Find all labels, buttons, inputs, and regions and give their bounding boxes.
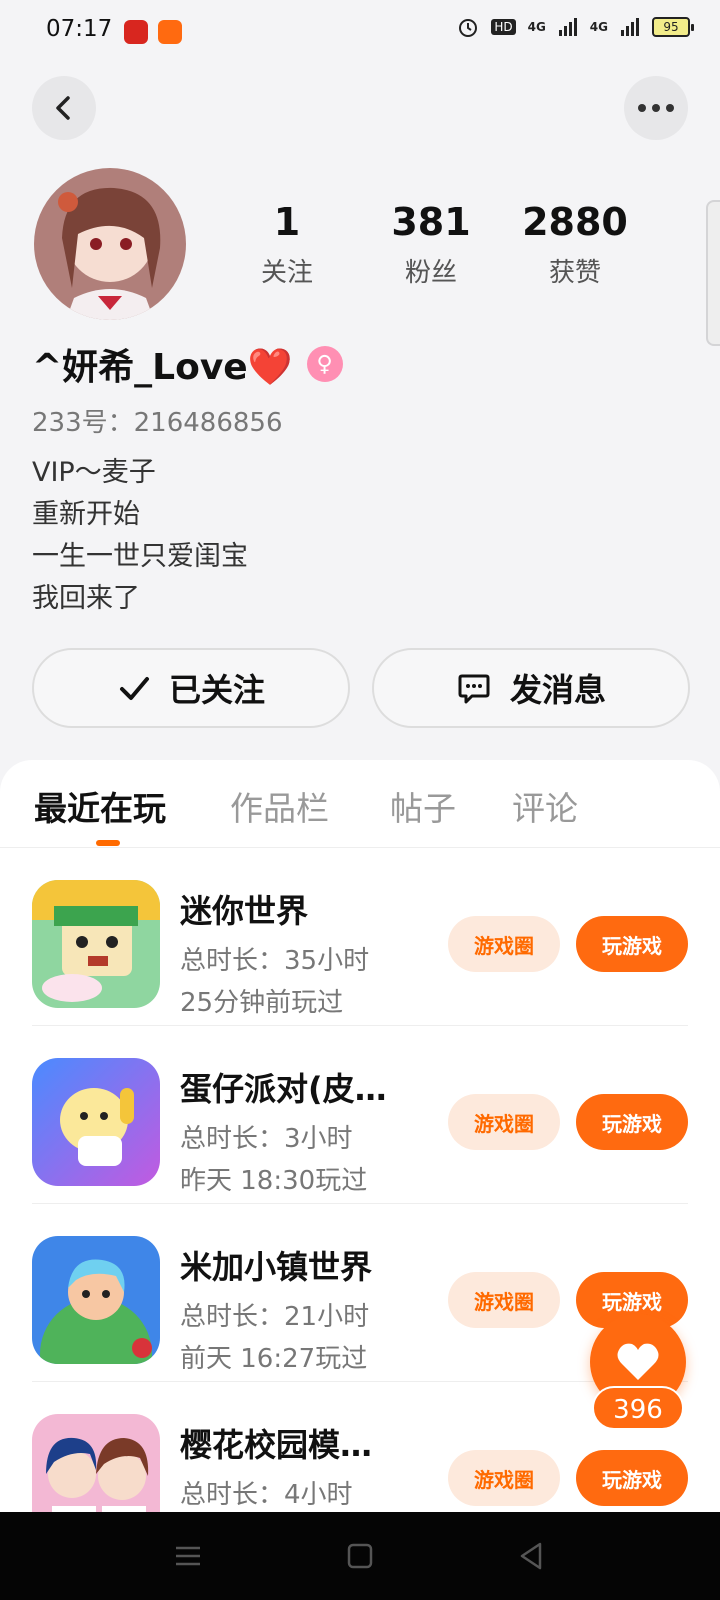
menu-icon[interactable]: [168, 1536, 208, 1576]
profile-bio: VIP～麦子 重新开始 一生一世只爱闺宝 我回来了: [32, 452, 248, 620]
more-dots-icon: [638, 104, 674, 112]
bio-line: VIP～麦子: [32, 457, 156, 488]
game-duration: 总时长：21小时: [180, 1302, 370, 1332]
stat-fans[interactable]: 381 粉丝: [376, 200, 486, 289]
more-button[interactable]: [624, 76, 688, 140]
alarm-icon: [459, 19, 478, 37]
back-nav-icon[interactable]: [512, 1536, 552, 1576]
bio-line: 一生一世只爱闺宝: [32, 541, 248, 572]
game-name: 迷你世界: [180, 892, 309, 930]
status-icons: HD 4G 4G 95: [457, 16, 694, 38]
stat-following[interactable]: 1 关注: [232, 200, 342, 289]
stat-following-value: 1: [273, 200, 301, 244]
bio-line: 我回来了: [32, 583, 140, 614]
tab-comments[interactable]: 评论: [512, 782, 578, 830]
stat-likes-value: 2880: [522, 200, 628, 244]
stat-following-label: 关注: [260, 258, 313, 288]
game-name: 蛋仔派对(皮…: [180, 1070, 387, 1108]
tab-posts[interactable]: 帖子: [390, 782, 456, 830]
play-game-button[interactable]: 玩游戏: [576, 1094, 688, 1150]
game-circle-button[interactable]: 游戏圈: [448, 1272, 560, 1328]
stat-fans-value: 381: [391, 200, 471, 244]
game-icon-eggy-party: [32, 1058, 160, 1186]
game-circle-button[interactable]: 游戏圈: [448, 1450, 560, 1506]
tab-active-indicator: [96, 840, 120, 846]
signal-icon: [558, 18, 577, 36]
tab-works[interactable]: 作品栏: [230, 782, 329, 830]
followed-button[interactable]: 已关注: [32, 648, 350, 728]
tab-recent-play[interactable]: 最近在玩: [34, 782, 166, 830]
game-last-played: 25分钟前玩过: [180, 988, 344, 1018]
signal-icon-2: [621, 18, 639, 36]
back-arrow-icon: [56, 96, 70, 120]
network-4g-icon-2: 4G: [589, 20, 608, 34]
stat-fans-label: 粉丝: [404, 258, 457, 288]
system-nav-bar: [0, 1512, 720, 1600]
battery-icon: 95: [652, 17, 694, 37]
news-app-icon: [124, 20, 148, 44]
home-icon[interactable]: [340, 1536, 380, 1576]
send-message-button[interactable]: 发消息: [372, 648, 690, 728]
heart-icon: [617, 1343, 659, 1380]
game-last-played: 前天 16:27玩过: [180, 1344, 368, 1374]
game-last-played: 昨天 18:30玩过: [180, 1166, 368, 1196]
stat-likes-label: 获赞: [548, 258, 601, 288]
followed-label: 已关注: [168, 671, 265, 709]
game-icon-mini-world: [32, 880, 160, 1008]
avatar[interactable]: [34, 168, 186, 320]
back-button[interactable]: [32, 76, 96, 140]
profile-name: ^妍希_Love❤️: [32, 347, 293, 388]
status-bar: 07:17 HD 4G 4G 95: [0, 0, 720, 64]
female-gender-icon: ♀: [306, 346, 343, 382]
hd-icon: HD: [491, 19, 516, 35]
send-message-label: 发消息: [509, 671, 606, 709]
network-4g-icon: 4G: [527, 20, 546, 34]
game-circle-button[interactable]: 游戏圈: [448, 1094, 560, 1150]
game-duration: 总时长：3小时: [180, 1124, 353, 1154]
checkmark-icon: [119, 677, 149, 700]
side-drawer-handle[interactable]: [706, 200, 720, 346]
user-id[interactable]: 233号：216486856: [32, 402, 283, 439]
avatar-image: [34, 168, 186, 320]
like-count-badge: 396: [592, 1386, 684, 1430]
profile-name-row: ^妍希_Love❤️ ♀: [32, 338, 343, 390]
game-duration: 总时长：35小时: [180, 946, 370, 976]
play-game-button[interactable]: 玩游戏: [576, 916, 688, 972]
game-row[interactable]: 蛋仔派对(皮… 总时长：3小时 昨天 18:30玩过 游戏圈 玩游戏: [32, 1026, 688, 1204]
play-game-button[interactable]: 玩游戏: [576, 1450, 688, 1506]
stat-likes[interactable]: 2880 获赞: [520, 200, 630, 289]
camera-app-icon: [158, 20, 182, 44]
tab-bar: 最近在玩 作品栏 帖子 评论: [0, 760, 720, 848]
game-name: 樱花校园模…: [180, 1426, 373, 1464]
bio-line: 重新开始: [32, 499, 140, 530]
status-time: 07:17: [46, 16, 113, 42]
game-row[interactable]: 迷你世界 总时长：35小时 25分钟前玩过 游戏圈 玩游戏: [32, 848, 688, 1026]
game-name: 米加小镇世界: [180, 1248, 373, 1286]
game-circle-button[interactable]: 游戏圈: [448, 916, 560, 972]
game-duration: 总时长：4小时: [180, 1480, 353, 1510]
game-icon-toca-world: [32, 1236, 160, 1364]
chat-bubble-icon: [458, 674, 490, 704]
